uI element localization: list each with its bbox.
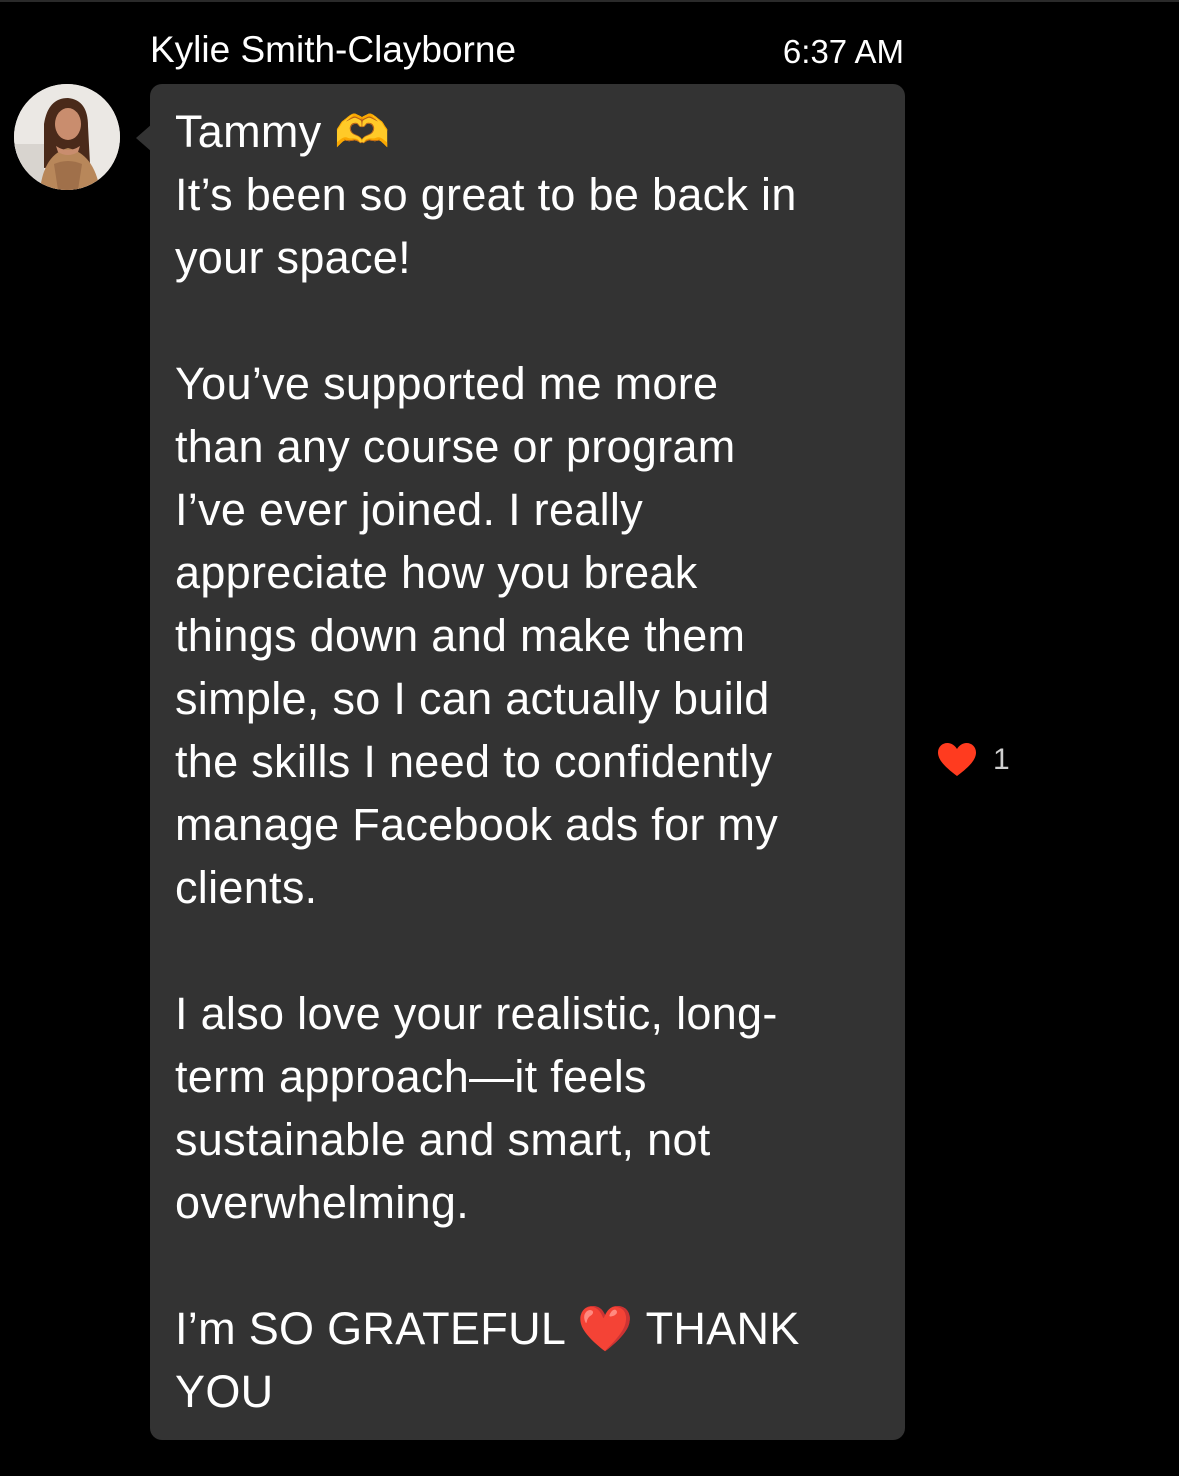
- message-line: overwhelming.: [175, 1177, 470, 1228]
- message-line: your space!: [175, 232, 411, 283]
- message-line: things down and make them: [175, 610, 746, 661]
- message-line: I also love your realistic, long-: [175, 988, 778, 1039]
- message-line: I’m SO GRATEFUL ❤️ THANK: [175, 1303, 800, 1354]
- reaction-badge[interactable]: 1: [937, 740, 1010, 780]
- message-line: I’ve ever joined. I really: [175, 484, 644, 535]
- message-line: You’ve supported me more: [175, 358, 719, 409]
- message-line: than any course or program: [175, 421, 736, 472]
- message-timestamp: 6:37 AM: [782, 33, 904, 70]
- profile-photo-icon: [14, 84, 120, 190]
- message-line: manage Facebook ads for my: [175, 799, 779, 850]
- message-line: term approach—it feels: [175, 1051, 647, 1102]
- message-line: appreciate how you break: [175, 547, 698, 598]
- message-line: It’s been so great to be back in: [175, 169, 797, 220]
- message-line: Tammy 🫶: [175, 106, 391, 157]
- message-line: simple, so I can actually build: [175, 673, 770, 724]
- message-bubble[interactable]: Tammy 🫶 It’s been so great to be back in y…: [150, 84, 905, 1440]
- message-line: the skills I need to confidently: [175, 736, 773, 787]
- message-line: clients.: [175, 862, 318, 913]
- heart-icon: [938, 743, 976, 776]
- message-line: YOU: [175, 1366, 274, 1417]
- message-line: sustainable and smart, not: [175, 1114, 711, 1165]
- reaction-count: 1: [993, 743, 1010, 776]
- sender-name[interactable]: Kylie Smith-Clayborne: [150, 28, 516, 72]
- top-divider: [0, 0, 1179, 2]
- avatar[interactable]: [14, 84, 120, 190]
